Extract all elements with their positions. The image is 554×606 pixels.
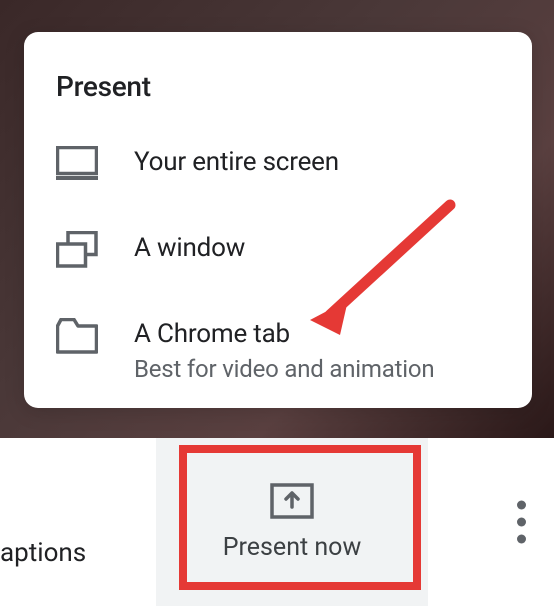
popup-title: Present (56, 70, 500, 103)
meeting-toolbar: aptions Present now (0, 438, 554, 606)
window-icon (56, 229, 98, 271)
screen-icon (56, 143, 98, 185)
captions-button-partial[interactable]: aptions (0, 538, 86, 568)
present-icon (270, 483, 314, 519)
option-sublabel: Best for video and animation (134, 355, 434, 383)
option-label: A Chrome tab (134, 319, 434, 349)
present-now-label: Present now (223, 533, 361, 562)
option-label: A window (134, 233, 245, 263)
tab-icon (56, 315, 98, 357)
present-now-button[interactable]: Present now (156, 438, 428, 606)
present-menu-popup: Present Your entire screen A window (24, 32, 532, 408)
option-entire-screen[interactable]: Your entire screen (56, 143, 500, 185)
option-window[interactable]: A window (56, 229, 500, 271)
more-options-button[interactable] (517, 501, 526, 544)
option-label: Your entire screen (134, 147, 339, 177)
option-chrome-tab[interactable]: A Chrome tab Best for video and animatio… (56, 315, 500, 383)
more-vertical-icon (517, 501, 526, 510)
